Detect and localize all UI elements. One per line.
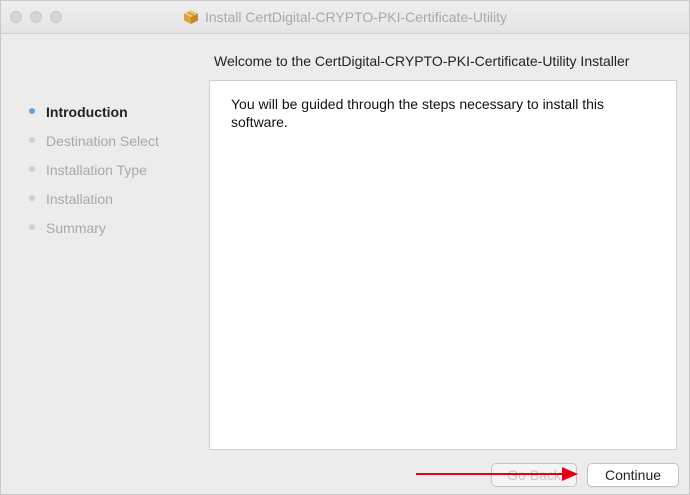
- step-label: Destination Select: [46, 132, 159, 149]
- installer-steps-sidebar: Introduction Destination Select Installa…: [1, 97, 206, 242]
- installer-window: Install CertDigital-CRYPTO-PKI-Certifica…: [0, 0, 690, 495]
- step-summary: Summary: [1, 213, 206, 242]
- window-title: Install CertDigital-CRYPTO-PKI-Certifica…: [204, 9, 508, 25]
- title-bar[interactable]: Install CertDigital-CRYPTO-PKI-Certifica…: [1, 1, 689, 34]
- installer-content-panel: You will be guided through the steps nec…: [209, 80, 677, 450]
- step-bullet-icon: [29, 224, 35, 230]
- step-label: Installation Type: [46, 161, 147, 178]
- continue-button[interactable]: Continue: [587, 463, 679, 487]
- step-installation: Installation: [1, 184, 206, 213]
- step-destination-select: Destination Select: [1, 126, 206, 155]
- step-introduction: Introduction: [1, 97, 206, 126]
- step-label: Installation: [46, 190, 113, 207]
- step-bullet-icon: [29, 195, 35, 201]
- package-icon: [183, 9, 199, 25]
- installer-welcome-heading: Welcome to the CertDigital-CRYPTO-PKI-Ce…: [214, 53, 630, 69]
- step-label: Introduction: [46, 103, 128, 120]
- step-bullet-icon: [29, 108, 35, 114]
- red-arrow-annotation-icon: [416, 467, 578, 481]
- window-title-area: Install CertDigital-CRYPTO-PKI-Certifica…: [1, 1, 689, 33]
- step-label: Summary: [46, 219, 106, 236]
- introduction-text: You will be guided through the steps nec…: [231, 96, 605, 130]
- step-bullet-icon: [29, 166, 35, 172]
- step-bullet-icon: [29, 137, 35, 143]
- step-installation-type: Installation Type: [1, 155, 206, 184]
